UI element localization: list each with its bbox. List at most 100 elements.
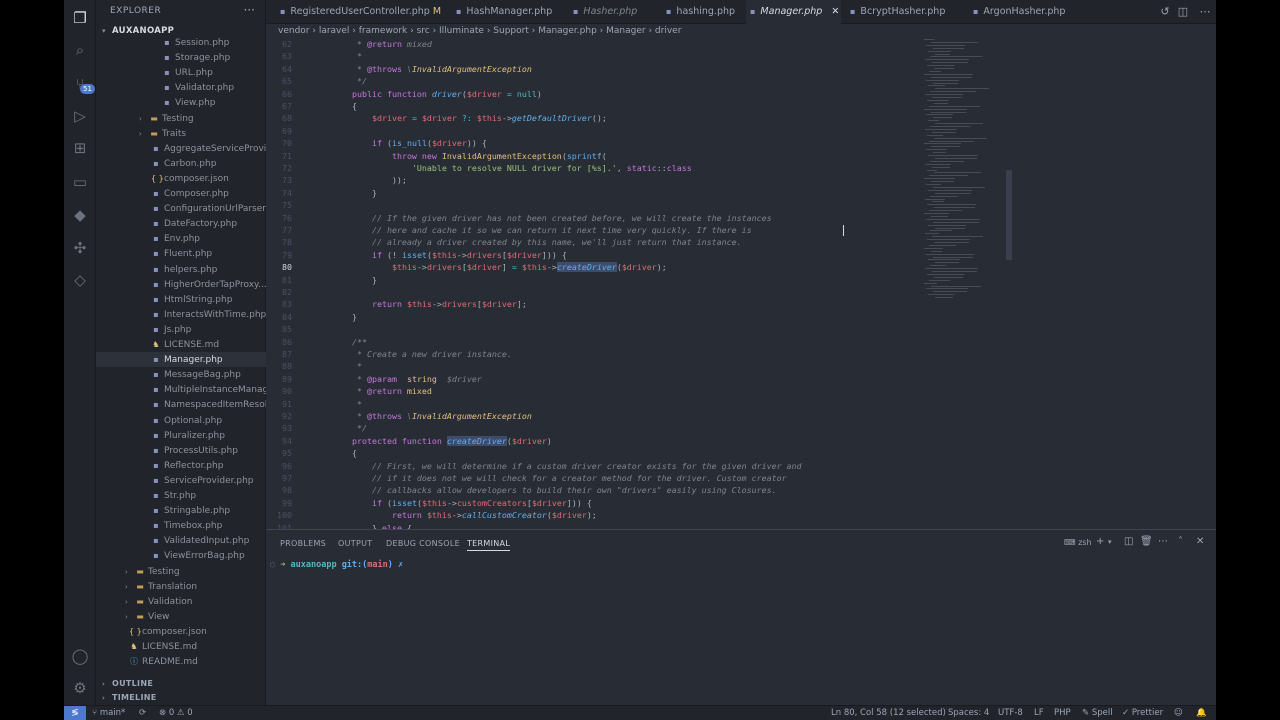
shapes-icon[interactable]: ◇: [70, 270, 90, 290]
tree-item[interactable]: › ▬ View: [96, 609, 266, 624]
tree-item[interactable]: ▪ ProcessUtils.php: [96, 443, 266, 458]
breadcrumb-item[interactable]: framework: [359, 26, 407, 36]
tree-item[interactable]: › ▬ Validation: [96, 594, 266, 609]
tab-terminal[interactable]: TERMINAL: [467, 539, 511, 551]
tree-item[interactable]: › ▬ Testing: [96, 564, 266, 579]
tree-item[interactable]: ▪ View.php: [96, 95, 266, 110]
new-terminal-icon[interactable]: +: [1096, 536, 1104, 547]
tree-item[interactable]: ▪ Stringable.php: [96, 503, 266, 518]
remote-indicator-icon[interactable]: ≶: [64, 706, 86, 720]
kill-terminal-icon[interactable]: 🗑: [1140, 536, 1153, 547]
split-terminal-icon[interactable]: ◫: [1124, 536, 1133, 547]
branch-status[interactable]: ⑂ main*: [92, 706, 125, 720]
breadcrumb-item[interactable]: vendor: [278, 26, 310, 36]
breadcrumb-item[interactable]: driver: [655, 26, 681, 36]
tree-item[interactable]: ▪ Js.php: [96, 322, 266, 337]
tree-item[interactable]: ▪ URL.php: [96, 65, 266, 80]
editor-tab[interactable]: ▪ HashManager.php: [452, 0, 562, 24]
minimap[interactable]: [924, 39, 1004, 339]
tree-item[interactable]: ▪ helpers.php: [96, 262, 266, 277]
tree-item[interactable]: ▪ Composer.php: [96, 186, 266, 201]
encoding[interactable]: UTF-8: [998, 706, 1023, 720]
tree-item[interactable]: ▪ Env.php: [96, 231, 266, 246]
breadcrumb-item[interactable]: laravel: [319, 26, 350, 36]
tree-item[interactable]: ▪ InteractsWithTime.php: [96, 307, 266, 322]
tree-item[interactable]: ▪ Timebox.php: [96, 518, 266, 533]
close-tab-icon[interactable]: ✕: [828, 6, 839, 17]
run-debug-icon[interactable]: ▷: [70, 106, 90, 126]
notifications-bell-icon[interactable]: 🔔: [1196, 706, 1207, 720]
docker-icon[interactable]: ◆: [70, 205, 90, 225]
extension-puzzle-icon[interactable]: ✣: [70, 238, 90, 258]
tree-item[interactable]: ▪ NamespacedItemResol...: [96, 397, 266, 412]
terminal-shell-selector[interactable]: ⌨ zsh: [1064, 538, 1092, 547]
tree-item[interactable]: ▪ Manager.php: [96, 352, 266, 368]
split-editor-icon[interactable]: ◫: [1176, 5, 1190, 19]
breadcrumb-item[interactable]: Illuminate: [439, 26, 484, 36]
editor-tab[interactable]: ▪ RegisteredUserController.php M: [276, 0, 446, 24]
close-panel-icon[interactable]: ✕: [1196, 536, 1204, 547]
prettier-status[interactable]: ✓ Prettier: [1122, 706, 1163, 720]
timeline-section[interactable]: › TIMELINE: [96, 690, 266, 705]
tree-item[interactable]: ▪ Optional.php: [96, 413, 266, 428]
tree-item[interactable]: ▪ HigherOrderTapProxy....: [96, 277, 266, 292]
explorer-icon[interactable]: ❐: [70, 8, 90, 28]
tab-debug-console[interactable]: DEBUG CONSOLE: [386, 539, 460, 548]
cursor-position[interactable]: Ln 80, Col 58 (12 selected): [831, 706, 946, 720]
terminal-prompt[interactable]: ○ ➜ auxanoapp git:(main) ✗: [270, 560, 403, 570]
tree-item[interactable]: ▪ Carbon.php: [96, 156, 266, 171]
editor-tab[interactable]: ▪ ArgonHasher.php: [969, 0, 1079, 24]
tree-item[interactable]: ⓘ README.md: [96, 654, 266, 669]
tree-item[interactable]: › ▬ Translation: [96, 579, 266, 594]
more-actions-icon[interactable]: ⋯: [1198, 5, 1212, 19]
tree-item[interactable]: ♞ LICENSE.md: [96, 639, 266, 654]
breadcrumb-item[interactable]: src: [417, 26, 430, 36]
tree-item[interactable]: ▪ Fluent.php: [96, 246, 266, 261]
outline-section[interactable]: › OUTLINE: [96, 676, 266, 691]
spell-status[interactable]: ✎ Spell: [1082, 706, 1113, 720]
tab-problems[interactable]: PROBLEMS: [280, 539, 326, 548]
remote-explorer-icon[interactable]: ▭: [70, 172, 90, 192]
tab-output[interactable]: OUTPUT: [338, 539, 372, 548]
extensions-icon[interactable]: ⊞: [70, 138, 90, 158]
end-of-line[interactable]: LF: [1034, 706, 1044, 720]
tree-item[interactable]: { }composer.json: [96, 171, 266, 186]
tree-item[interactable]: ▪ ValidatedInput.php: [96, 533, 266, 548]
more-actions-icon[interactable]: ⋯: [1158, 536, 1168, 547]
maximize-panel-icon[interactable]: ˄: [1178, 536, 1183, 547]
tree-item[interactable]: ▪ Str.php: [96, 488, 266, 503]
chevron-down-icon[interactable]: ▾: [1108, 538, 1112, 546]
editor-tab[interactable]: ▪ Hasher.php: [569, 0, 654, 24]
settings-gear-icon[interactable]: ⚙: [70, 678, 90, 698]
sync-icon[interactable]: ⟳: [139, 706, 146, 720]
more-actions-icon[interactable]: ···: [244, 3, 255, 17]
tree-item[interactable]: ▪ ServiceProvider.php: [96, 473, 266, 488]
indentation[interactable]: Spaces: 4: [948, 706, 989, 720]
tree-item[interactable]: ▪ HtmlString.php: [96, 292, 266, 307]
problems-status[interactable]: ⊗ 0 ⚠ 0: [159, 706, 193, 720]
tree-item[interactable]: ▪ ViewErrorBag.php: [96, 548, 266, 563]
breadcrumb-item[interactable]: Manager: [606, 26, 645, 36]
editor-tab[interactable]: ▪ Manager.php ✕: [746, 0, 841, 24]
breadcrumb-item[interactable]: Manager.php: [538, 26, 597, 36]
breadcrumb-item[interactable]: Support: [493, 26, 529, 36]
tree-item[interactable]: ▪ ConfigurationUrlParser...: [96, 201, 266, 216]
editor-scrollbar[interactable]: [1006, 170, 1012, 260]
language-mode[interactable]: PHP: [1054, 706, 1071, 720]
search-icon[interactable]: ⌕: [70, 40, 90, 60]
tree-item[interactable]: ▪ Validator.php: [96, 80, 266, 95]
code-editor[interactable]: 62 63 64 65 66 67 68 69 70 71 72 73 74 75 76 77 78 79 80 81…: [266, 39, 1216, 529]
tree-item[interactable]: { }composer.json: [96, 624, 266, 639]
tree-item[interactable]: › ▬ Testing: [96, 111, 266, 126]
tree-item[interactable]: ♞ LICENSE.md: [96, 337, 266, 352]
tree-item[interactable]: ▪ DateFactory.php: [96, 216, 266, 231]
tree-item[interactable]: ▪ AggregateServiceProvi...: [96, 141, 266, 156]
tree-item[interactable]: ▪ MultipleInstanceManag...: [96, 382, 266, 397]
tree-item[interactable]: ▪ Session.php: [96, 35, 266, 50]
tree-item[interactable]: ▪ MessageBag.php: [96, 367, 266, 382]
editor-tab[interactable]: ▪ BcryptHasher.php: [846, 0, 961, 24]
editor-tab[interactable]: ▪ hashing.php: [662, 0, 740, 24]
tree-item[interactable]: ▪ Storage.php: [96, 50, 266, 65]
tree-item[interactable]: › ▬ Traits: [96, 126, 266, 141]
feedback-icon[interactable]: ☺: [1174, 706, 1183, 720]
